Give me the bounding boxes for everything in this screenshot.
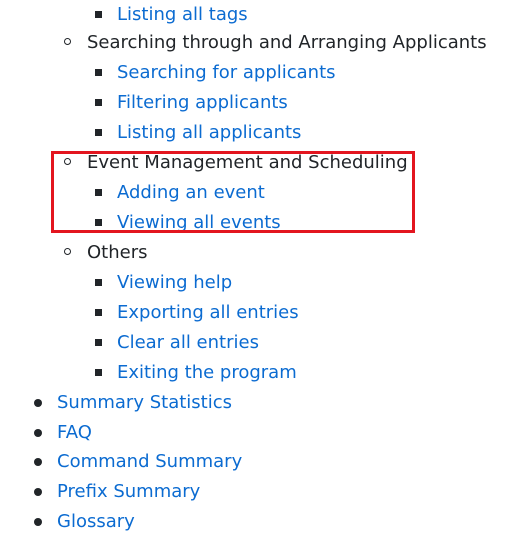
square-bullet-icon	[95, 189, 102, 196]
disc-bullet-icon	[34, 399, 42, 407]
toc-section-title: Others	[87, 242, 148, 263]
toc-link-filtering-applicants[interactable]: Filtering applicants	[117, 88, 288, 118]
toc-section-title: Event Management and Scheduling	[87, 152, 408, 173]
square-bullet-icon	[95, 99, 102, 106]
disc-bullet-icon	[34, 429, 42, 437]
toc-link-prefix-summary[interactable]: Prefix Summary	[57, 477, 200, 507]
toc-link-command-summary[interactable]: Command Summary	[57, 447, 242, 477]
toc-link-viewing-help[interactable]: Viewing help	[117, 268, 232, 298]
disc-bullet-icon	[34, 488, 42, 496]
toc-link-searching-for-applicants[interactable]: Searching for applicants	[117, 58, 336, 88]
toc-link-viewing-all-events[interactable]: Viewing all events	[117, 208, 281, 238]
square-bullet-icon	[95, 219, 102, 226]
toc-link-summary-statistics[interactable]: Summary Statistics	[57, 388, 232, 418]
toc-link-glossary[interactable]: Glossary	[57, 507, 135, 537]
toc-link-exporting-all-entries[interactable]: Exporting all entries	[117, 298, 299, 328]
square-bullet-icon	[95, 279, 102, 286]
square-bullet-icon	[95, 129, 102, 136]
toc-link-exiting-the-program[interactable]: Exiting the program	[117, 358, 297, 388]
toc-section-title: Searching through and Arranging Applican…	[87, 32, 487, 53]
toc-link-faq[interactable]: FAQ	[57, 418, 92, 448]
square-bullet-icon	[95, 369, 102, 376]
toc-link-clear-all-entries[interactable]: Clear all entries	[117, 328, 259, 358]
circle-bullet-icon	[64, 248, 71, 255]
circle-bullet-icon	[64, 38, 71, 45]
square-bullet-icon	[95, 309, 102, 316]
disc-bullet-icon	[34, 518, 42, 526]
square-bullet-icon	[95, 69, 102, 76]
square-bullet-icon	[95, 11, 102, 18]
toc-link-listing-all-applicants[interactable]: Listing all applicants	[117, 118, 301, 148]
square-bullet-icon	[95, 339, 102, 346]
toc-link-listing-all-tags[interactable]: Listing all tags	[117, 0, 248, 30]
disc-bullet-icon	[34, 458, 42, 466]
toc-link-adding-an-event[interactable]: Adding an event	[117, 178, 265, 208]
circle-bullet-icon	[64, 158, 71, 165]
